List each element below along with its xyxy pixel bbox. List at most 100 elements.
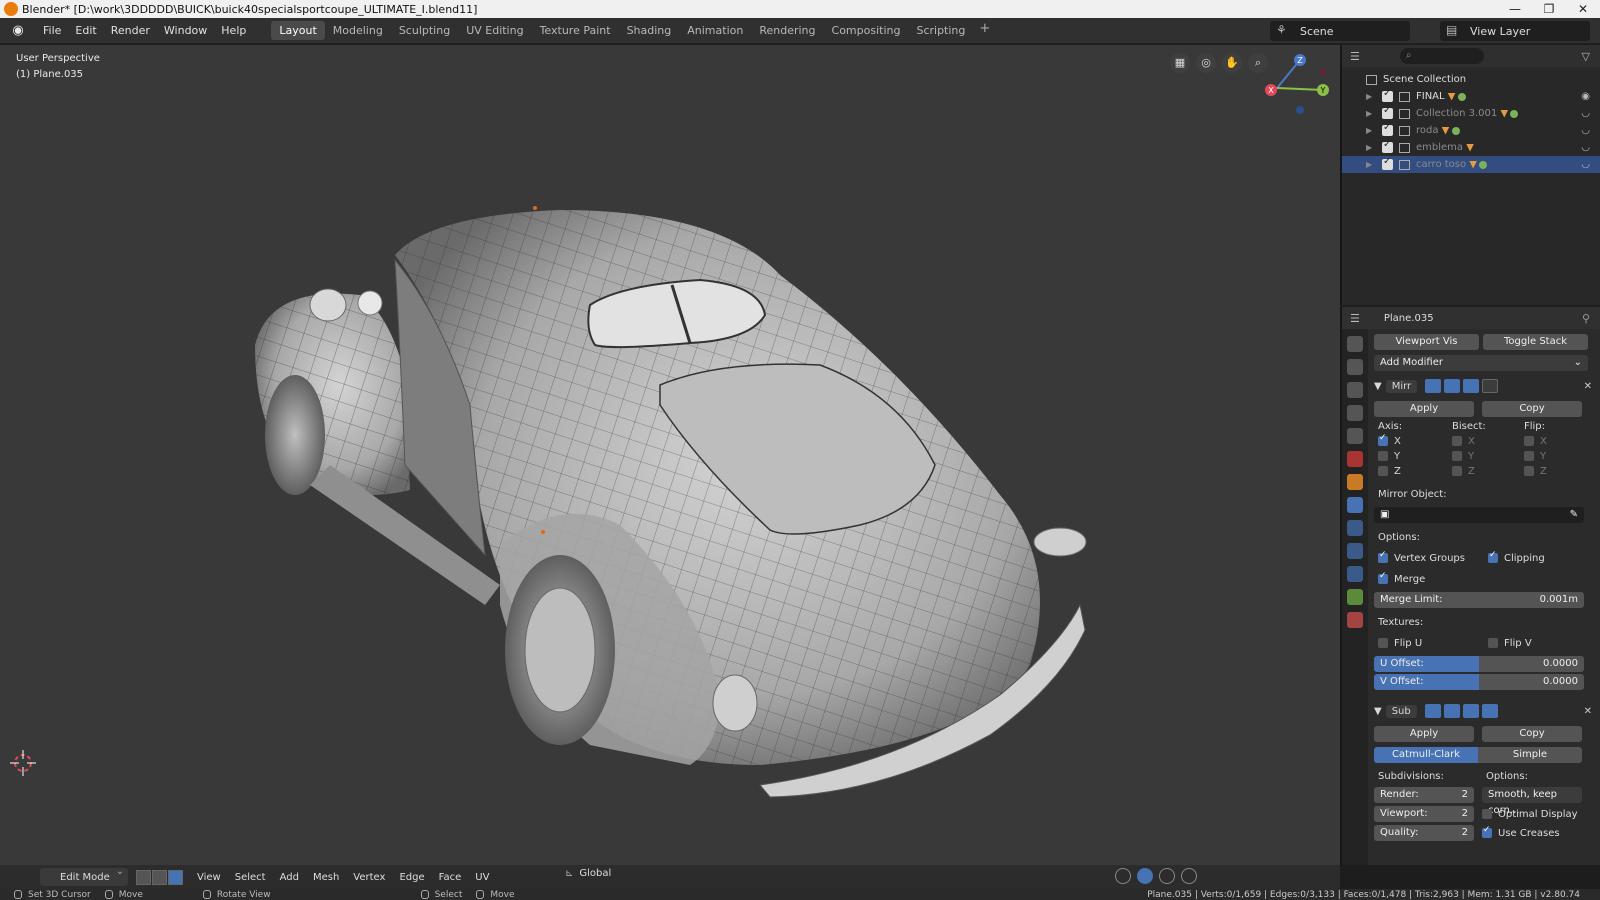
toggle-stack-button[interactable]: Toggle Stack: [1483, 334, 1588, 350]
viewport-toggle-icon[interactable]: [1444, 379, 1461, 393]
flip-v-checkbox[interactable]: Flip V: [1488, 637, 1532, 649]
expand-icon[interactable]: ▶: [1366, 92, 1376, 101]
camera-icon[interactable]: ◎: [1196, 53, 1216, 73]
expand-icon[interactable]: ▶: [1366, 143, 1376, 152]
render-tab-icon[interactable]: [1347, 359, 1363, 375]
menu-view[interactable]: View: [197, 872, 221, 883]
tab-layout[interactable]: Layout: [271, 21, 325, 40]
viewport-levels-field[interactable]: Viewport: 2: [1374, 806, 1474, 822]
minimize-button[interactable]: —: [1498, 2, 1532, 16]
constraints-tab-icon[interactable]: [1347, 566, 1363, 582]
modifier-tab-icon[interactable]: [1347, 497, 1363, 513]
navigation-gizmo[interactable]: Z Y X: [1265, 50, 1335, 120]
visibility-eye-icon[interactable]: ◉: [1581, 91, 1590, 102]
axis-z-checkbox[interactable]: Z: [1378, 466, 1452, 477]
outliner-row[interactable]: ▶ emblema ◡: [1342, 139, 1600, 156]
viewport-toggle-icon[interactable]: [1443, 704, 1460, 718]
data-tab-icon[interactable]: [1347, 589, 1363, 605]
blender-menu-icon[interactable]: ◉: [10, 23, 26, 39]
merge-checkbox[interactable]: Merge: [1378, 571, 1425, 585]
exclude-checkbox[interactable]: [1382, 139, 1393, 153]
3d-cursor-icon[interactable]: [10, 750, 36, 776]
scene-collection-row[interactable]: Scene Collection: [1342, 71, 1600, 88]
tab-texture-paint[interactable]: Texture Paint: [532, 21, 619, 40]
exclude-checkbox[interactable]: [1382, 156, 1393, 170]
menu-vertex[interactable]: Vertex: [353, 872, 385, 883]
menu-mesh[interactable]: Mesh: [313, 872, 339, 883]
merge-limit-field[interactable]: Merge Limit: 0.001m: [1374, 592, 1584, 608]
menu-edge[interactable]: Edge: [399, 872, 424, 883]
u-offset-field[interactable]: U Offset: 0.0000: [1374, 656, 1584, 672]
maximize-button[interactable]: ❐: [1532, 2, 1566, 16]
clipping-checkbox[interactable]: Clipping: [1488, 550, 1545, 564]
bisect-z-checkbox[interactable]: Z: [1452, 466, 1524, 477]
world-tab-icon[interactable]: [1347, 451, 1363, 467]
vertex-groups-checkbox[interactable]: Vertex Groups: [1378, 550, 1488, 564]
particles-tab-icon[interactable]: [1347, 520, 1363, 536]
collapse-chevron-icon[interactable]: ▼: [1374, 706, 1382, 717]
flip-u-checkbox[interactable]: Flip U: [1378, 637, 1488, 649]
subsurf-modifier-header[interactable]: ▼ Sub ✕: [1374, 701, 1598, 721]
view-layer-tab-icon[interactable]: [1347, 405, 1363, 421]
toggle-camera-view-icon[interactable]: ▦: [1170, 53, 1190, 73]
rendered-shading-icon[interactable]: [1181, 868, 1197, 884]
pin-icon[interactable]: ⚲: [1582, 312, 1590, 325]
subsurf-copy-button[interactable]: Copy: [1482, 726, 1582, 742]
transform-orientation[interactable]: ⊾ Global: [565, 868, 611, 879]
menu-uv[interactable]: UV: [475, 872, 489, 883]
material-tab-icon[interactable]: [1347, 612, 1363, 628]
eyedropper-icon[interactable]: ✎: [1570, 507, 1578, 523]
visibility-eye-icon[interactable]: ◡: [1581, 108, 1590, 119]
tab-rendering[interactable]: Rendering: [751, 21, 823, 40]
menu-file[interactable]: File: [36, 24, 68, 37]
visibility-eye-icon[interactable]: ◡: [1581, 159, 1590, 170]
axis-x-checkbox[interactable]: X: [1378, 433, 1452, 447]
tab-sculpting[interactable]: Sculpting: [391, 21, 458, 40]
optimal-display-checkbox[interactable]: Optimal Display: [1482, 808, 1578, 820]
close-button[interactable]: ✕: [1566, 2, 1600, 16]
tab-animation[interactable]: Animation: [679, 21, 751, 40]
mirror-copy-button[interactable]: Copy: [1482, 401, 1582, 417]
mirror-apply-button[interactable]: Apply: [1374, 401, 1474, 417]
face-select-icon[interactable]: [168, 869, 183, 885]
mirror-modifier-header[interactable]: ▼ Mirr ✕: [1374, 376, 1598, 396]
add-workspace-button[interactable]: +: [973, 21, 996, 40]
outliner-search-input[interactable]: ⌕: [1399, 48, 1484, 64]
edit-mode-toggle-icon[interactable]: [1424, 704, 1441, 718]
outliner-row[interactable]: ▶ carro toso ◡: [1342, 156, 1600, 173]
add-modifier-dropdown[interactable]: Add Modifier ⌄: [1374, 355, 1588, 371]
render-toggle-icon[interactable]: [1463, 379, 1480, 393]
render-levels-field[interactable]: Render: 2: [1374, 787, 1474, 803]
catmull-clark-button[interactable]: Catmull-Clark: [1374, 747, 1478, 763]
render-toggle-icon[interactable]: [1462, 704, 1479, 718]
tab-compositing[interactable]: Compositing: [824, 21, 909, 40]
outliner-editor-icon[interactable]: ☰: [1350, 50, 1360, 63]
material-shading-icon[interactable]: [1159, 868, 1175, 884]
object-tab-icon[interactable]: [1347, 474, 1363, 490]
mirror-object-field[interactable]: ▣ ✎: [1374, 507, 1584, 523]
flip-y-checkbox[interactable]: Y: [1524, 451, 1584, 462]
collapse-chevron-icon[interactable]: ▼: [1374, 381, 1382, 392]
menu-add[interactable]: Add: [280, 872, 299, 883]
expand-icon[interactable]: ▶: [1366, 126, 1376, 135]
edit-mode-toggle-icon[interactable]: [1425, 379, 1442, 393]
exclude-checkbox[interactable]: [1382, 88, 1393, 102]
menu-help[interactable]: Help: [214, 24, 253, 37]
axis-y-checkbox[interactable]: Y: [1378, 451, 1452, 462]
exclude-checkbox[interactable]: [1382, 105, 1393, 119]
outliner-row[interactable]: ▶ FINAL ◉: [1342, 88, 1600, 105]
use-creases-checkbox[interactable]: Use Creases: [1482, 825, 1560, 839]
scene-selector[interactable]: ⚘ Scene: [1270, 21, 1410, 41]
remove-modifier-icon[interactable]: ✕: [1584, 381, 1592, 392]
cage-toggle-icon[interactable]: [1481, 704, 1498, 718]
car-mesh[interactable]: [0, 45, 1340, 865]
vertex-select-icon[interactable]: [136, 869, 151, 885]
outliner-row[interactable]: ▶ roda ◡: [1342, 122, 1600, 139]
tab-modeling[interactable]: Modeling: [325, 21, 391, 40]
mode-selector[interactable]: Edit Mode: [40, 866, 128, 886]
simple-button[interactable]: Simple: [1478, 747, 1582, 763]
wireframe-shading-icon[interactable]: [1115, 868, 1131, 884]
3d-viewport[interactable]: User Perspective (1) Plane.035 ▦ ◎ ✋ ⌕ Z…: [0, 45, 1340, 865]
menu-render[interactable]: Render: [104, 24, 157, 37]
tab-shading[interactable]: Shading: [619, 21, 680, 40]
